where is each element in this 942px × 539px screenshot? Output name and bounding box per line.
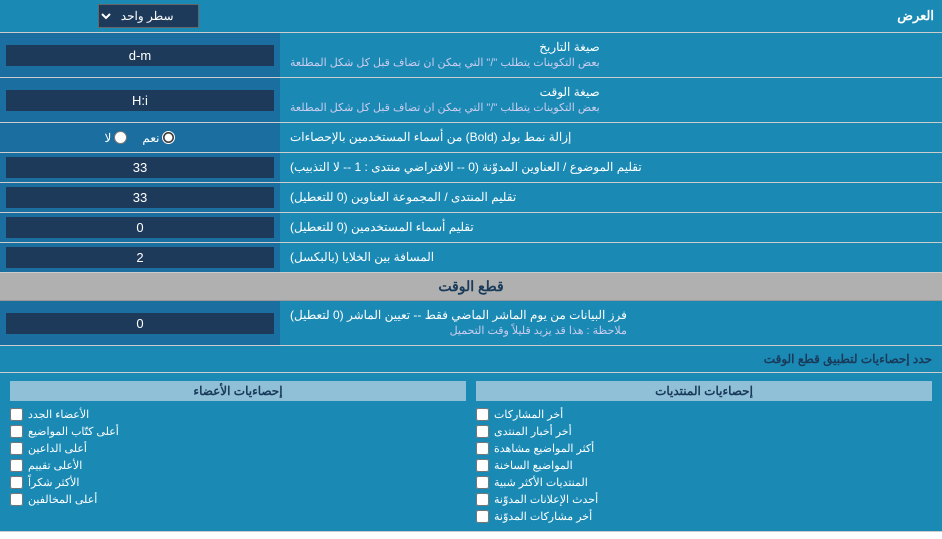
cb-new-members-input[interactable]: [10, 408, 23, 421]
username-limit-row: تقليم أسماء المستخدمين (0 للتعطيل): [0, 213, 942, 243]
checkboxes-section: إحصاءيات المنتديات أخر المشاركات أخر أخب…: [0, 373, 942, 532]
date-format-row: صيغة التاريخ بعض التكوينات يتطلب "/" الت…: [0, 33, 942, 78]
apply-label: حدد إحصاءيات لتطبيق قطع الوقت: [10, 352, 932, 366]
date-format-title: صيغة التاريخ: [290, 39, 600, 56]
cb-top-rated-input[interactable]: [10, 459, 23, 472]
cb-latest-announcements: أحدث الإعلانات المدوّنة: [476, 493, 932, 506]
topic-limit-input-wrapper: [0, 153, 280, 182]
bold-stats-no-text: لا: [105, 131, 112, 145]
date-format-sublabel: بعض التكوينات يتطلب "/" التي يمكن ان تضا…: [290, 56, 600, 71]
forum-limit-input-wrapper: [0, 183, 280, 212]
cb-blog-posts: أخر مشاركات المدوّنة: [476, 510, 932, 523]
cb-most-viewed: أكثر المواضيع مشاهدة: [476, 442, 932, 455]
bold-stats-input-wrapper: نعم لا: [0, 123, 280, 152]
cb-latest-announcements-label: أحدث الإعلانات المدوّنة: [494, 493, 598, 506]
cb-top-inviters-input[interactable]: [10, 442, 23, 455]
username-limit-label: تقليم أسماء المستخدمين (0 للتعطيل): [280, 213, 942, 242]
cb-similar-forums: المنتديات الأكثر شبية: [476, 476, 932, 489]
forum-limit-input[interactable]: [6, 187, 274, 208]
date-format-input-wrapper: d-m: [0, 33, 280, 77]
cutoff-input-wrapper: [0, 301, 280, 345]
time-format-sublabel: بعض التكوينات يتطلب "/" التي يمكن ان تضا…: [290, 101, 600, 116]
cb-last-posts-input[interactable]: [476, 408, 489, 421]
cb-hot-topics: المواضيع الساخنة: [476, 459, 932, 472]
apply-row: حدد إحصاءيات لتطبيق قطع الوقت: [0, 346, 942, 373]
checkboxes-columns: إحصاءيات المنتديات أخر المشاركات أخر أخب…: [10, 381, 932, 523]
bold-stats-label: إزالة نمط بولد (Bold) من أسماء المستخدمي…: [280, 123, 942, 152]
cutoff-label: فرز البيانات من يوم الماشر الماضي فقط --…: [280, 301, 942, 345]
cb-new-members: الأعضاء الجدد: [10, 408, 466, 421]
cb-hot-topics-label: المواضيع الساخنة: [494, 459, 573, 472]
cb-most-thanked: الأكثر شكراً: [10, 476, 466, 489]
cb-top-rated: الأعلى تقييم: [10, 459, 466, 472]
cb-blog-posts-label: أخر مشاركات المدوّنة: [494, 510, 592, 523]
cb-similar-forums-label: المنتديات الأكثر شبية: [494, 476, 588, 489]
cb-forum-news: أخر أخبار المنتدى: [476, 425, 932, 438]
cell-padding-label: المسافة بين الخلايا (بالبكسل): [280, 243, 942, 272]
forums-stats-col: إحصاءيات المنتديات أخر المشاركات أخر أخب…: [476, 381, 932, 523]
time-format-row: صيغة الوقت بعض التكوينات يتطلب "/" التي …: [0, 78, 942, 123]
cb-top-inviters-label: أعلى الداعين: [28, 442, 87, 455]
cb-hot-topics-input[interactable]: [476, 459, 489, 472]
cutoff-input[interactable]: [6, 313, 274, 334]
date-format-label: صيغة التاريخ بعض التكوينات يتطلب "/" الت…: [280, 33, 942, 77]
bold-stats-yes-radio[interactable]: [162, 131, 175, 144]
cb-most-viewed-input[interactable]: [476, 442, 489, 455]
topic-limit-label: تقليم الموضوع / العناوين المدوّنة (0 -- …: [280, 153, 942, 182]
cb-forum-news-label: أخر أخبار المنتدى: [494, 425, 572, 438]
cb-top-violators: أعلى المخالفين: [10, 493, 466, 506]
cb-last-posts: أخر المشاركات: [476, 408, 932, 421]
username-limit-input-wrapper: [0, 213, 280, 242]
main-container: العرض سطر واحد سطران ثلاثة أسطر صيغة الت…: [0, 0, 942, 532]
cutoff-row: فرز البيانات من يوم الماشر الماضي فقط --…: [0, 301, 942, 346]
cb-last-posts-label: أخر المشاركات: [494, 408, 563, 421]
members-stats-header: إحصاءيات الأعضاء: [10, 381, 466, 401]
bold-stats-no-radio[interactable]: [114, 131, 127, 144]
cb-latest-announcements-input[interactable]: [476, 493, 489, 506]
topic-limit-row: تقليم الموضوع / العناوين المدوّنة (0 -- …: [0, 153, 942, 183]
display-select[interactable]: سطر واحد سطران ثلاثة أسطر: [98, 4, 199, 28]
forum-limit-row: تقليم المنتدى / المجموعة العناوين (0 للت…: [0, 183, 942, 213]
cutoff-title: فرز البيانات من يوم الماشر الماضي فقط --…: [290, 307, 627, 324]
cb-top-writers-label: أعلى كتّاب المواضيع: [28, 425, 119, 438]
cb-top-writers: أعلى كتّاب المواضيع: [10, 425, 466, 438]
topic-limit-input[interactable]: [6, 157, 274, 178]
cb-most-viewed-label: أكثر المواضيع مشاهدة: [494, 442, 594, 455]
cb-most-thanked-label: الأكثر شكراً: [28, 476, 79, 489]
bold-stats-no-label[interactable]: لا: [105, 131, 128, 145]
cell-padding-row: المسافة بين الخلايا (بالبكسل): [0, 243, 942, 273]
forums-stats-header: إحصاءيات المنتديات: [476, 381, 932, 401]
members-stats-col: إحصاءيات الأعضاء الأعضاء الجدد أعلى كتّا…: [10, 381, 466, 523]
cb-top-violators-input[interactable]: [10, 493, 23, 506]
cell-padding-input[interactable]: [6, 247, 274, 268]
top-row: العرض سطر واحد سطران ثلاثة أسطر: [0, 0, 942, 33]
cb-new-members-label: الأعضاء الجدد: [28, 408, 89, 421]
bold-stats-row: إزالة نمط بولد (Bold) من أسماء المستخدمي…: [0, 123, 942, 153]
cb-forum-news-input[interactable]: [476, 425, 489, 438]
cutoff-sublabel: ملاحظة : هذا قد يزيد قليلاً وقت التحميل: [290, 324, 627, 339]
top-row-label: العرض: [288, 8, 934, 24]
cb-top-writers-input[interactable]: [10, 425, 23, 438]
top-row-select-wrapper: سطر واحد سطران ثلاثة أسطر: [8, 4, 288, 28]
cell-padding-input-wrapper: [0, 243, 280, 272]
time-format-input[interactable]: H:i: [6, 90, 274, 111]
time-format-label: صيغة الوقت بعض التكوينات يتطلب "/" التي …: [280, 78, 942, 122]
bold-stats-yes-text: نعم: [142, 131, 159, 145]
username-limit-input[interactable]: [6, 217, 274, 238]
time-format-input-wrapper: H:i: [0, 78, 280, 122]
date-format-input[interactable]: d-m: [6, 45, 274, 66]
cb-top-rated-label: الأعلى تقييم: [28, 459, 82, 472]
bold-stats-yes-label[interactable]: نعم: [142, 131, 175, 145]
time-format-title: صيغة الوقت: [290, 84, 600, 101]
cb-most-thanked-input[interactable]: [10, 476, 23, 489]
cb-blog-posts-input[interactable]: [476, 510, 489, 523]
cutoff-section-header: قطع الوقت: [0, 273, 942, 301]
cb-top-violators-label: أعلى المخالفين: [28, 493, 97, 506]
forum-limit-label: تقليم المنتدى / المجموعة العناوين (0 للت…: [280, 183, 942, 212]
cb-top-inviters: أعلى الداعين: [10, 442, 466, 455]
cb-similar-forums-input[interactable]: [476, 476, 489, 489]
